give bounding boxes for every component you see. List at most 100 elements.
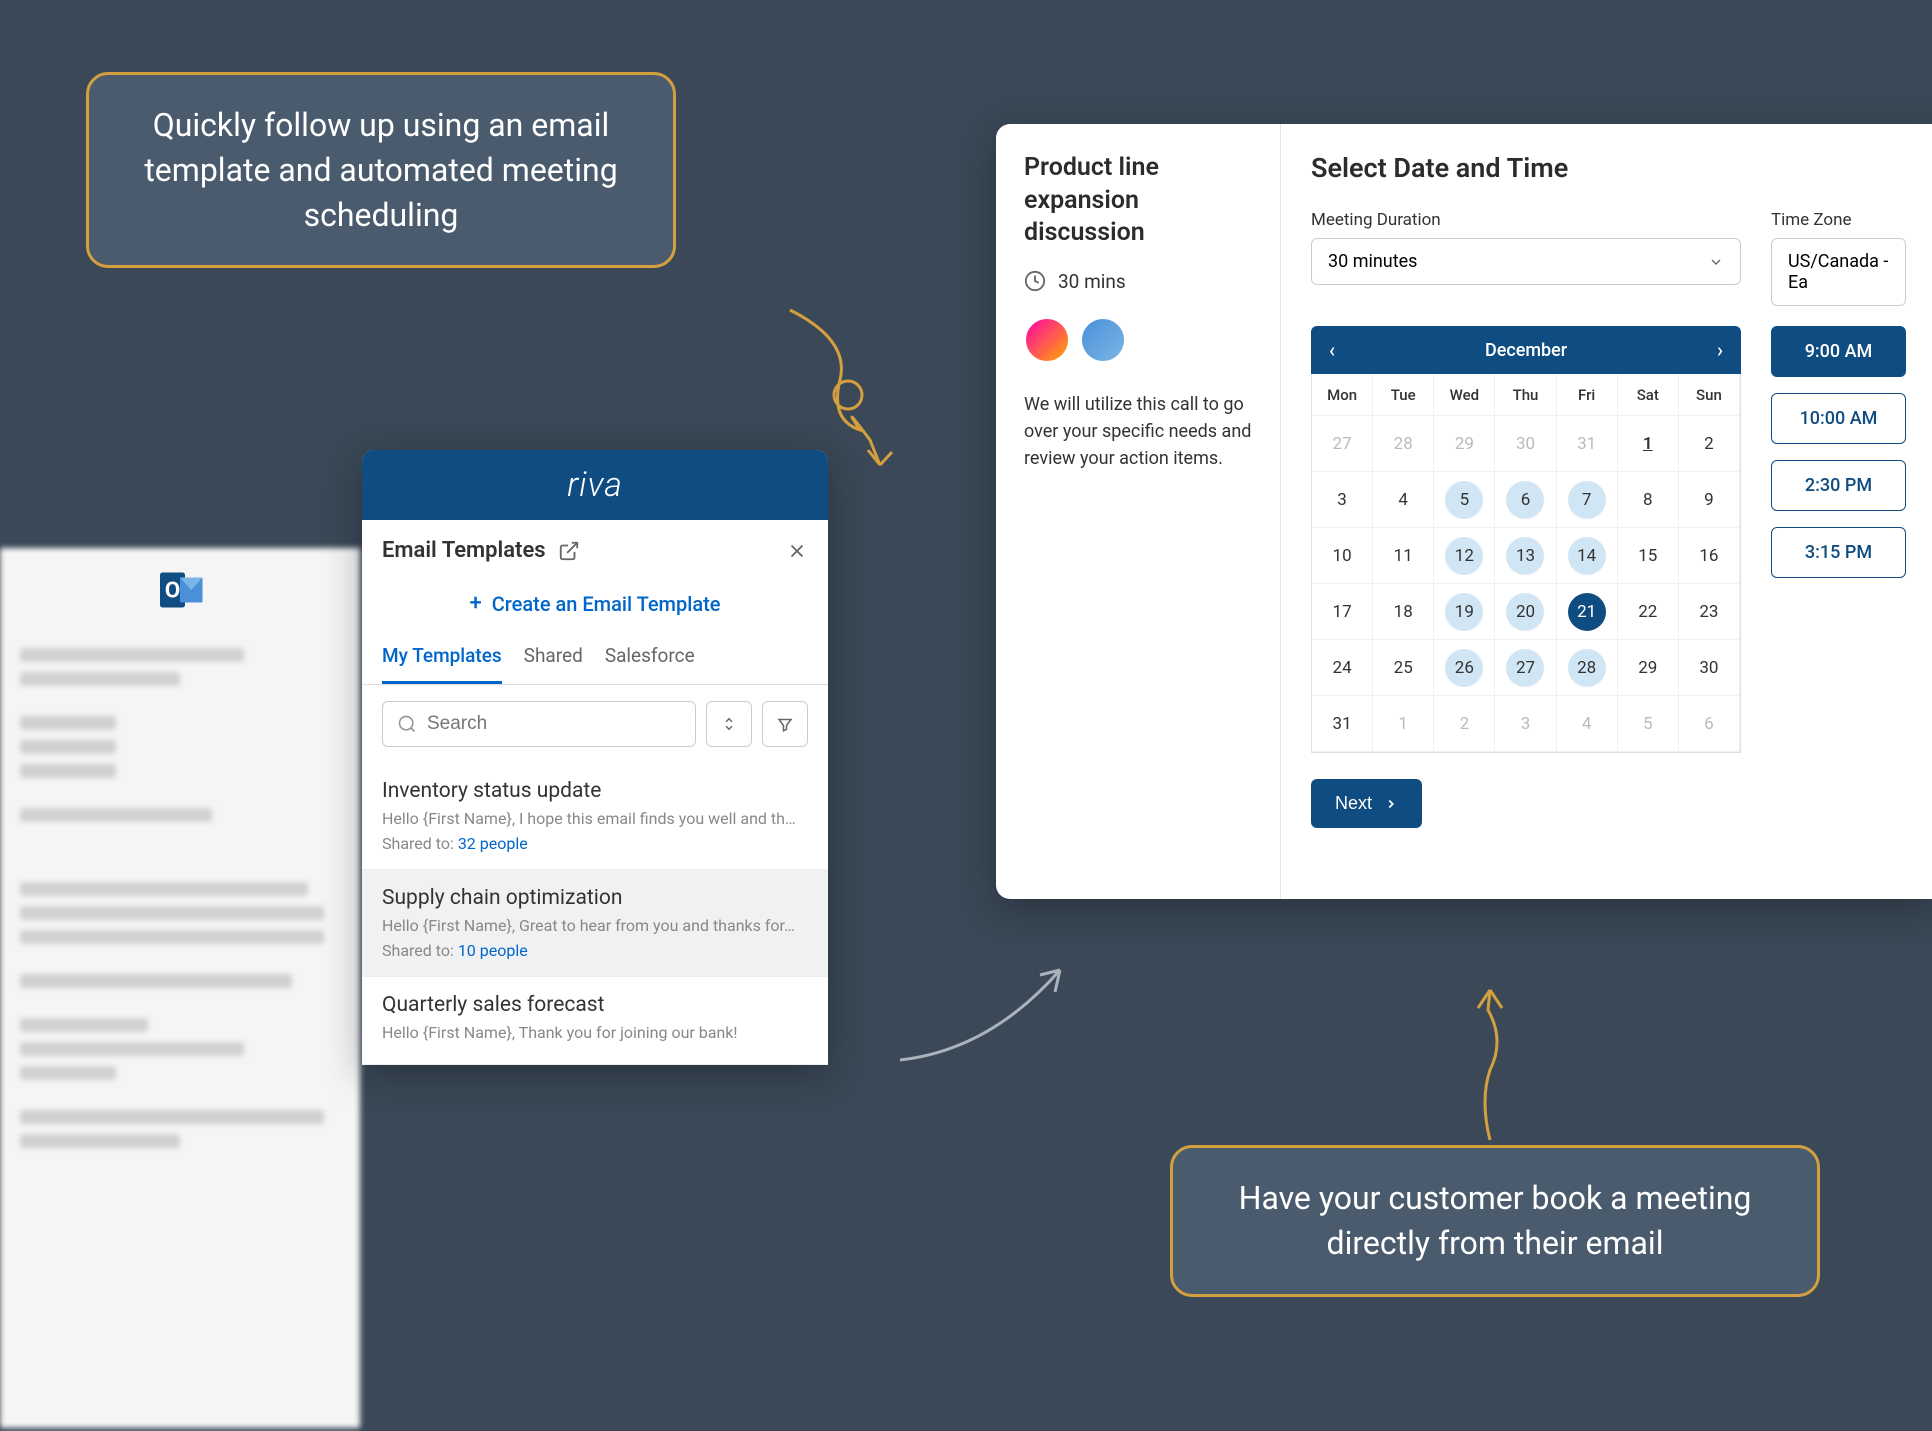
calendar-day[interactable]: 8 <box>1618 472 1679 528</box>
calendar-day[interactable]: 28 <box>1557 640 1618 696</box>
calendar-day[interactable]: 2 <box>1679 416 1740 472</box>
riva-panel: riva Email Templates + Create an Email T… <box>362 450 828 1065</box>
calendar-day: 28 <box>1373 416 1434 472</box>
riva-logo: riva <box>567 465 623 505</box>
calendar-day[interactable]: 3 <box>1312 472 1373 528</box>
calendar-day[interactable]: 26 <box>1434 640 1495 696</box>
calendar-day[interactable]: 18 <box>1373 584 1434 640</box>
meeting-duration: 30 mins <box>1024 270 1252 293</box>
sort-icon <box>720 715 738 733</box>
template-item[interactable]: Quarterly sales forecast Hello {First Na… <box>362 977 828 1065</box>
calendar-day-header: Sun <box>1679 374 1740 416</box>
timezone-label: Time Zone <box>1771 210 1906 230</box>
search-input-wrapper[interactable] <box>382 701 696 747</box>
sort-button[interactable] <box>706 701 752 747</box>
template-item[interactable]: Supply chain optimization Hello {First N… <box>362 870 828 977</box>
template-preview: Hello {First Name}, Thank you for joinin… <box>382 1023 808 1042</box>
calendar-day[interactable]: 1 <box>1618 416 1679 472</box>
next-button-label: Next <box>1335 793 1372 814</box>
calendar-next[interactable]: › <box>1717 338 1723 362</box>
calendar-day[interactable]: 27 <box>1495 640 1556 696</box>
calendar-day[interactable]: 21 <box>1557 584 1618 640</box>
calendar-day: 30 <box>1495 416 1556 472</box>
meeting-description: We will utilize this call to go over you… <box>1024 391 1252 472</box>
chevron-down-icon <box>1708 254 1724 270</box>
calendar-day[interactable]: 17 <box>1312 584 1373 640</box>
calendar-day[interactable]: 23 <box>1679 584 1740 640</box>
create-template-label: Create an Email Template <box>492 592 721 616</box>
template-item[interactable]: Inventory status update Hello {First Nam… <box>362 763 828 870</box>
plus-icon: + <box>470 591 482 616</box>
calendar-day: 5 <box>1618 696 1679 752</box>
calendar-day-header: Mon <box>1312 374 1373 416</box>
calendar-day[interactable]: 12 <box>1434 528 1495 584</box>
timezone-value: US/Canada - Ea <box>1788 251 1889 293</box>
clock-icon <box>1024 270 1046 292</box>
calendar-day[interactable]: 9 <box>1679 472 1740 528</box>
time-slot[interactable]: 10:00 AM <box>1771 393 1906 444</box>
calendar-day[interactable]: 25 <box>1373 640 1434 696</box>
search-input[interactable] <box>427 713 681 735</box>
time-slot[interactable]: 2:30 PM <box>1771 460 1906 511</box>
riva-header: riva <box>362 450 828 520</box>
outlook-background <box>0 548 360 1428</box>
avatar <box>1024 317 1070 363</box>
scheduler-heading: Select Date and Time <box>1311 152 1906 184</box>
time-slot[interactable]: 9:00 AM <box>1771 326 1906 377</box>
scheduler-panel: Product line expansion discussion 30 min… <box>996 124 1932 899</box>
time-slots: 9:00 AM 10:00 AM 2:30 PM 3:15 PM <box>1771 326 1906 753</box>
meeting-title: Product line expansion discussion <box>1024 152 1252 250</box>
arrow-decoration <box>890 950 1090 1070</box>
calendar-day: 29 <box>1434 416 1495 472</box>
calendar-day[interactable]: 31 <box>1312 696 1373 752</box>
calendar-day[interactable]: 29 <box>1618 640 1679 696</box>
calendar-day[interactable]: 10 <box>1312 528 1373 584</box>
attendees <box>1024 317 1252 363</box>
close-icon[interactable] <box>786 540 808 562</box>
callout-bottom: Have your customer book a meeting direct… <box>1170 1145 1820 1297</box>
template-preview: Hello {First Name}, Great to hear from y… <box>382 916 808 935</box>
calendar-day[interactable]: 4 <box>1373 472 1434 528</box>
next-button[interactable]: Next <box>1311 779 1422 828</box>
calendar-day-header: Fri <box>1557 374 1618 416</box>
calendar-day[interactable]: 6 <box>1495 472 1556 528</box>
meeting-duration-text: 30 mins <box>1058 270 1126 293</box>
calendar-day-header: Sat <box>1618 374 1679 416</box>
duration-value: 30 minutes <box>1328 251 1417 272</box>
calendar-day: 2 <box>1434 696 1495 752</box>
calendar-day-header: Tue <box>1373 374 1434 416</box>
calendar-day[interactable]: 14 <box>1557 528 1618 584</box>
calendar-prev[interactable]: ‹ <box>1329 338 1335 362</box>
calendar-day[interactable]: 11 <box>1373 528 1434 584</box>
calendar-day[interactable]: 5 <box>1434 472 1495 528</box>
calendar-day[interactable]: 13 <box>1495 528 1556 584</box>
calendar-day[interactable]: 7 <box>1557 472 1618 528</box>
time-slot[interactable]: 3:15 PM <box>1771 527 1906 578</box>
template-title: Quarterly sales forecast <box>382 993 808 1017</box>
calendar-day[interactable]: 20 <box>1495 584 1556 640</box>
timezone-select[interactable]: US/Canada - Ea <box>1771 238 1906 306</box>
template-shared: Shared to: 10 people <box>382 941 808 960</box>
calendar-day[interactable]: 16 <box>1679 528 1740 584</box>
external-link-icon[interactable] <box>558 540 580 562</box>
calendar-month: December <box>1485 340 1567 361</box>
tab-shared[interactable]: Shared <box>524 630 583 684</box>
calendar-day[interactable]: 30 <box>1679 640 1740 696</box>
svg-text:O: O <box>165 578 181 604</box>
calendar-day[interactable]: 15 <box>1618 528 1679 584</box>
calendar-day-header: Thu <box>1495 374 1556 416</box>
template-preview: Hello {First Name}, I hope this email fi… <box>382 809 808 828</box>
calendar-day: 27 <box>1312 416 1373 472</box>
tab-my-templates[interactable]: My Templates <box>382 630 502 684</box>
tab-salesforce[interactable]: Salesforce <box>605 630 695 684</box>
panel-title: Email Templates <box>382 538 580 563</box>
calendar-day[interactable]: 24 <box>1312 640 1373 696</box>
calendar: ‹ December › MonTueWedThuFriSatSun272829… <box>1311 326 1741 753</box>
filter-button[interactable] <box>762 701 808 747</box>
calendar-day[interactable]: 22 <box>1618 584 1679 640</box>
duration-select[interactable]: 30 minutes <box>1311 238 1741 285</box>
panel-title-text: Email Templates <box>382 538 546 563</box>
tabs-row: My Templates Shared Salesforce <box>362 630 828 685</box>
calendar-day[interactable]: 19 <box>1434 584 1495 640</box>
create-template-button[interactable]: + Create an Email Template <box>362 577 828 630</box>
